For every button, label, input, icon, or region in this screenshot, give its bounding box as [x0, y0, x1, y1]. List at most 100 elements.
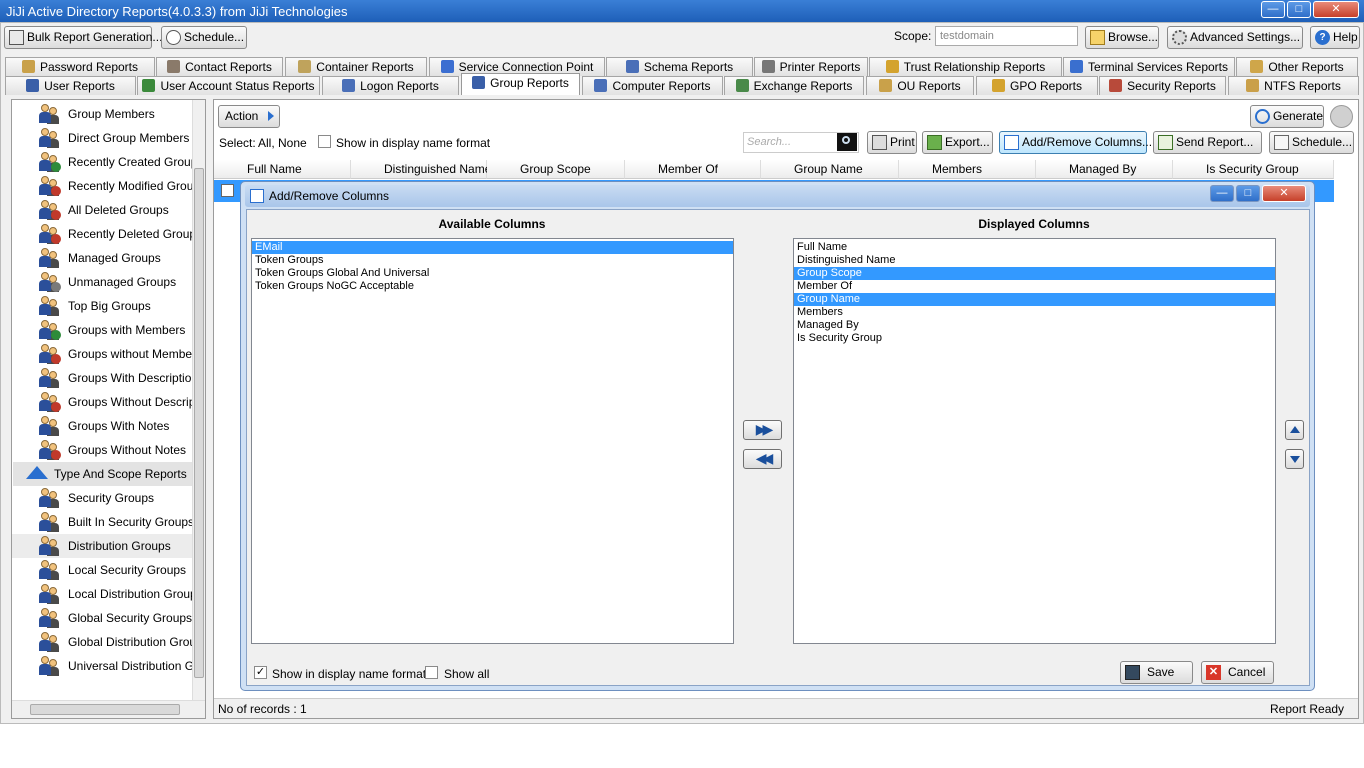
bulk-report-button[interactable]: Bulk Report Generation...	[4, 26, 162, 49]
show-all-checkbox[interactable]	[425, 666, 438, 679]
dialog-display-name-checkbox[interactable]: ✓	[254, 666, 267, 679]
generate-button[interactable]: Generate	[1250, 105, 1324, 128]
list-item[interactable]: Group Scope	[794, 267, 1275, 280]
select-none-link[interactable]: None	[278, 136, 307, 150]
sidebar-item-recently-created-groups[interactable]: Recently Created Groups	[12, 150, 192, 174]
move-left-button[interactable]: ◀◀	[743, 449, 782, 469]
list-item[interactable]: Full Name	[794, 241, 1275, 254]
dialog-minimize-button[interactable]: —	[1210, 185, 1234, 202]
displayed-columns-list[interactable]: Full Name Distinguished Name Group Scope Me…	[793, 238, 1276, 644]
list-item[interactable]: Token Groups NoGC Acceptable	[252, 280, 733, 293]
list-item[interactable]: Distinguished Name	[794, 254, 1275, 267]
tab-gpo-reports[interactable]: GPO Reports	[976, 76, 1098, 95]
maximize-button[interactable]: □	[1287, 1, 1311, 18]
tab-exchange-reports[interactable]: Exchange Reports	[724, 76, 864, 95]
save-button[interactable]: Save	[1120, 661, 1193, 684]
vertical-scrollbar[interactable]	[192, 100, 205, 700]
tab-printer-reports[interactable]: Printer Reports	[754, 57, 868, 76]
tab-trust-relationship-reports[interactable]: Trust Relationship Reports	[869, 57, 1062, 76]
tab-logon-reports[interactable]: Logon Reports	[322, 76, 459, 95]
column-header-member-of[interactable]: Member Of	[625, 160, 761, 179]
column-header-is-security-group[interactable]: Is Security Group	[1173, 160, 1334, 179]
column-header-group-name[interactable]: Group Name	[761, 160, 899, 179]
tab-security-reports[interactable]: Security Reports	[1099, 76, 1226, 95]
tab-user-account-status-reports[interactable]: User Account Status Reports	[137, 76, 320, 95]
dialog-maximize-button[interactable]: □	[1236, 185, 1260, 202]
sidebar-item-local-distribution-groups[interactable]: Local Distribution Groups	[12, 582, 192, 606]
sidebar-item-group-members[interactable]: Group Members	[12, 102, 192, 126]
hscroll-thumb[interactable]	[30, 704, 180, 715]
list-item[interactable]: Token Groups Global And Universal	[252, 267, 733, 280]
list-item[interactable]: EMail	[252, 241, 733, 254]
scrollbar-thumb[interactable]	[194, 168, 204, 678]
close-button[interactable]: ✕	[1313, 1, 1359, 18]
column-header-members[interactable]: Members	[899, 160, 1036, 179]
sidebar-item-all-deleted-groups[interactable]: All Deleted Groups	[12, 198, 192, 222]
sidebar-item-recently-modified-groups[interactable]: Recently Modified Groups	[12, 174, 192, 198]
help-button[interactable]: ? Help	[1310, 26, 1360, 49]
list-item[interactable]: Group Name	[794, 293, 1275, 306]
tab-terminal-services-reports[interactable]: Terminal Services Reports	[1063, 57, 1235, 76]
sidebar-item-recently-deleted-groups[interactable]: Recently Deleted Groups	[12, 222, 192, 246]
tab-user-reports[interactable]: User Reports	[5, 76, 136, 95]
sidebar-item-groups-with-notes[interactable]: Groups With Notes	[12, 414, 192, 438]
column-header-full-name[interactable]: Full Name	[214, 160, 351, 179]
column-header-group-scope[interactable]: Group Scope	[487, 160, 625, 179]
tab-schema-reports[interactable]: Schema Reports	[606, 57, 753, 76]
column-header-distinguished-name[interactable]: Distinguished Name	[351, 160, 491, 179]
sidebar-item-groups-without-descriptic[interactable]: Groups Without Descriptic	[12, 390, 192, 414]
sidebar-item-top-big-groups[interactable]: Top Big Groups	[12, 294, 192, 318]
schedule-top-button[interactable]: Schedule...	[161, 26, 247, 49]
sidebar-item-managed-groups[interactable]: Managed Groups	[12, 246, 192, 270]
tab-contact-reports[interactable]: Contact Reports	[156, 57, 283, 76]
schedule-report-button[interactable]: Schedule...	[1269, 131, 1354, 154]
list-item[interactable]: Is Security Group	[794, 332, 1275, 345]
browse-button[interactable]: Browse...	[1085, 26, 1159, 49]
sidebar-section-type-and-scope[interactable]: Type And Scope Reports	[13, 462, 192, 486]
add-remove-columns-button[interactable]: Add/Remove Columns...	[999, 131, 1152, 154]
horizontal-scrollbar[interactable]	[12, 700, 205, 718]
advanced-settings-button[interactable]: Advanced Settings...	[1167, 26, 1303, 49]
tab-other-reports[interactable]: Other Reports	[1236, 57, 1358, 76]
stop-button[interactable]	[1330, 105, 1353, 128]
sidebar-item-local-security-groups[interactable]: Local Security Groups	[12, 558, 192, 582]
cancel-button[interactable]: ✕ Cancel	[1201, 661, 1274, 684]
sidebar-item-groups-without-members[interactable]: Groups without Members	[12, 342, 192, 366]
move-right-button[interactable]: ▶▶	[743, 420, 782, 440]
sidebar-item-unmanaged-groups[interactable]: Unmanaged Groups	[12, 270, 192, 294]
sidebar-item-security-groups[interactable]: Security Groups	[12, 486, 192, 510]
tab-computer-reports[interactable]: Computer Reports	[582, 76, 723, 95]
scope-field[interactable]: testdomain	[935, 26, 1078, 46]
sidebar-item-groups-without-notes[interactable]: Groups Without Notes	[12, 438, 192, 462]
display-name-checkbox[interactable]	[318, 135, 331, 148]
list-item[interactable]: Members	[794, 306, 1275, 319]
sidebar-item-global-security-groups[interactable]: Global Security Groups	[12, 606, 192, 630]
column-header-managed-by[interactable]: Managed By	[1036, 160, 1173, 179]
sidebar-item-direct-group-members[interactable]: Direct Group Members	[12, 126, 192, 150]
sidebar-item-global-distribution-groups[interactable]: Global Distribution Groups	[12, 630, 192, 654]
action-button[interactable]: Action	[218, 105, 280, 128]
sidebar-item-universal-distribution-grou[interactable]: Universal Distribution Grou	[12, 654, 192, 678]
sidebar-item-built-in-security-groups[interactable]: Built In Security Groups	[12, 510, 192, 534]
move-down-button[interactable]	[1285, 449, 1304, 469]
list-item[interactable]: Token Groups	[252, 254, 733, 267]
minimize-button[interactable]: —	[1261, 1, 1285, 18]
sidebar-item-groups-with-members[interactable]: Groups with Members	[12, 318, 192, 342]
sidebar-item-groups-with-description[interactable]: Groups With Description	[12, 366, 192, 390]
tab-group-reports[interactable]: Group Reports	[461, 73, 580, 95]
tab-ou-reports[interactable]: OU Reports	[866, 76, 974, 95]
tab-password-reports[interactable]: Password Reports	[5, 57, 155, 76]
export-button[interactable]: Export...	[922, 131, 993, 154]
send-report-button[interactable]: Send Report...	[1153, 131, 1262, 154]
sidebar-item-distribution-groups[interactable]: Distribution Groups	[12, 534, 192, 558]
row-checkbox[interactable]	[221, 184, 234, 197]
tab-ntfs-reports[interactable]: NTFS Reports	[1228, 76, 1359, 95]
move-up-button[interactable]	[1285, 420, 1304, 440]
list-item[interactable]: Member Of	[794, 280, 1275, 293]
print-button[interactable]: Print	[867, 131, 917, 154]
search-icon[interactable]	[837, 133, 857, 151]
list-item[interactable]: Managed By	[794, 319, 1275, 332]
tab-container-reports[interactable]: Container Reports	[285, 57, 427, 76]
select-all-link[interactable]: All,	[258, 136, 275, 150]
available-columns-list[interactable]: EMail Token Groups Token Groups Global And…	[251, 238, 734, 644]
